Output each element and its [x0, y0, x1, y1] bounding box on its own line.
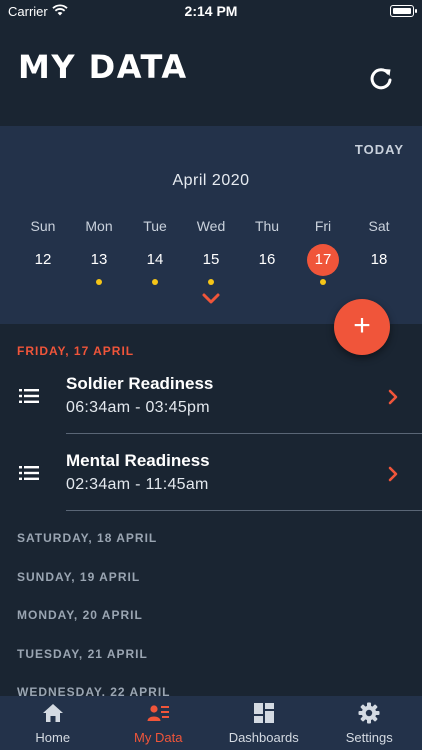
week-calendar: TODAY April 2020 Sun Mon Tue Wed Thu Fri…: [0, 126, 422, 324]
tab-dashboards[interactable]: Dashboards: [211, 696, 317, 750]
plus-icon: +: [353, 309, 371, 342]
divider: [66, 510, 422, 511]
entry-name: Soldier Readiness: [66, 374, 214, 393]
entry-time-range: 02:34am - 11:45am: [66, 476, 209, 493]
date-cell[interactable]: 18: [351, 244, 407, 288]
battery-icon: [390, 5, 417, 17]
gear-icon: [358, 702, 380, 724]
data-indicator-dot: [320, 279, 326, 285]
list-item[interactable]: Soldier Readiness 06:34am - 03:45pm: [0, 360, 422, 434]
weekday-label: Mon: [85, 218, 113, 234]
day-heading[interactable]: WEDNESDAY, 22 APRIL: [17, 685, 170, 696]
chevron-right-icon: [388, 389, 398, 405]
tab-my-data[interactable]: My Data: [106, 696, 212, 750]
day-heading[interactable]: MONDAY, 20 APRIL: [17, 608, 143, 622]
weekday-label: Thu: [254, 218, 280, 234]
status-bar: Carrier 2:14 PM: [0, 0, 422, 24]
date-number: 16: [258, 251, 276, 268]
list-icon: [19, 389, 39, 403]
tab-label: Home: [35, 730, 71, 745]
home-icon: [42, 704, 63, 722]
add-entry-button[interactable]: +: [334, 299, 390, 355]
tab-label: Dashboards: [228, 730, 299, 745]
tab-label: My Data: [134, 730, 183, 745]
selected-day-heading: FRIDAY, 17 APRIL: [17, 344, 135, 358]
page-title: MY DATA: [18, 48, 188, 86]
weekday-label: Sun: [30, 218, 56, 234]
date-cell[interactable]: 13: [71, 244, 127, 288]
date-number: 18: [370, 251, 388, 268]
my-data-icon: [147, 705, 170, 721]
date-number: 14: [146, 251, 164, 268]
data-indicator-dot: [152, 279, 158, 285]
divider: [66, 433, 422, 434]
tab-bar: Home My Data Dashboards Settings: [0, 696, 422, 750]
refresh-icon[interactable]: [367, 64, 395, 92]
date-cell[interactable]: 15: [183, 244, 239, 288]
day-list: FRIDAY, 17 APRIL Soldier Readiness 06:34…: [0, 324, 422, 696]
dates-row: 12 13 14 15 16 17 18: [15, 244, 407, 288]
day-heading[interactable]: SATURDAY, 18 APRIL: [17, 531, 157, 545]
chevron-right-icon: [388, 466, 398, 482]
weekday-label: Sat: [368, 218, 390, 234]
data-indicator-dot: [96, 279, 102, 285]
weekday-row: Sun Mon Tue Wed Thu Fri Sat: [15, 218, 407, 234]
today-button[interactable]: TODAY: [355, 142, 404, 157]
date-number: 13: [90, 251, 108, 268]
month-label: April 2020: [172, 172, 250, 189]
weekday-label: Fri: [314, 218, 332, 234]
date-number: 17: [307, 244, 339, 276]
day-heading[interactable]: TUESDAY, 21 APRIL: [17, 647, 148, 661]
tab-settings[interactable]: Settings: [317, 696, 422, 750]
tab-label: Settings: [345, 730, 393, 745]
day-heading[interactable]: SUNDAY, 19 APRIL: [17, 570, 140, 584]
date-number: 15: [202, 251, 220, 268]
page-header: MY DATA: [0, 24, 422, 126]
expand-chevron-icon[interactable]: [201, 292, 221, 306]
weekday-label: Tue: [143, 218, 167, 234]
list-item[interactable]: Mental Readiness 02:34am - 11:45am: [0, 437, 422, 511]
date-cell[interactable]: 16: [239, 244, 295, 288]
dashboards-icon: [253, 703, 274, 723]
date-cell[interactable]: 17: [295, 244, 351, 288]
date-cell[interactable]: 12: [15, 244, 71, 288]
entry-name: Mental Readiness: [66, 451, 210, 470]
tab-home[interactable]: Home: [0, 696, 106, 750]
entry-time-range: 06:34am - 03:45pm: [66, 399, 210, 416]
list-icon: [19, 466, 39, 480]
data-indicator-dot: [208, 279, 214, 285]
weekday-label: Wed: [196, 218, 226, 234]
date-cell[interactable]: 14: [127, 244, 183, 288]
date-number: 12: [34, 251, 52, 268]
clock: 2:14 PM: [184, 3, 238, 19]
